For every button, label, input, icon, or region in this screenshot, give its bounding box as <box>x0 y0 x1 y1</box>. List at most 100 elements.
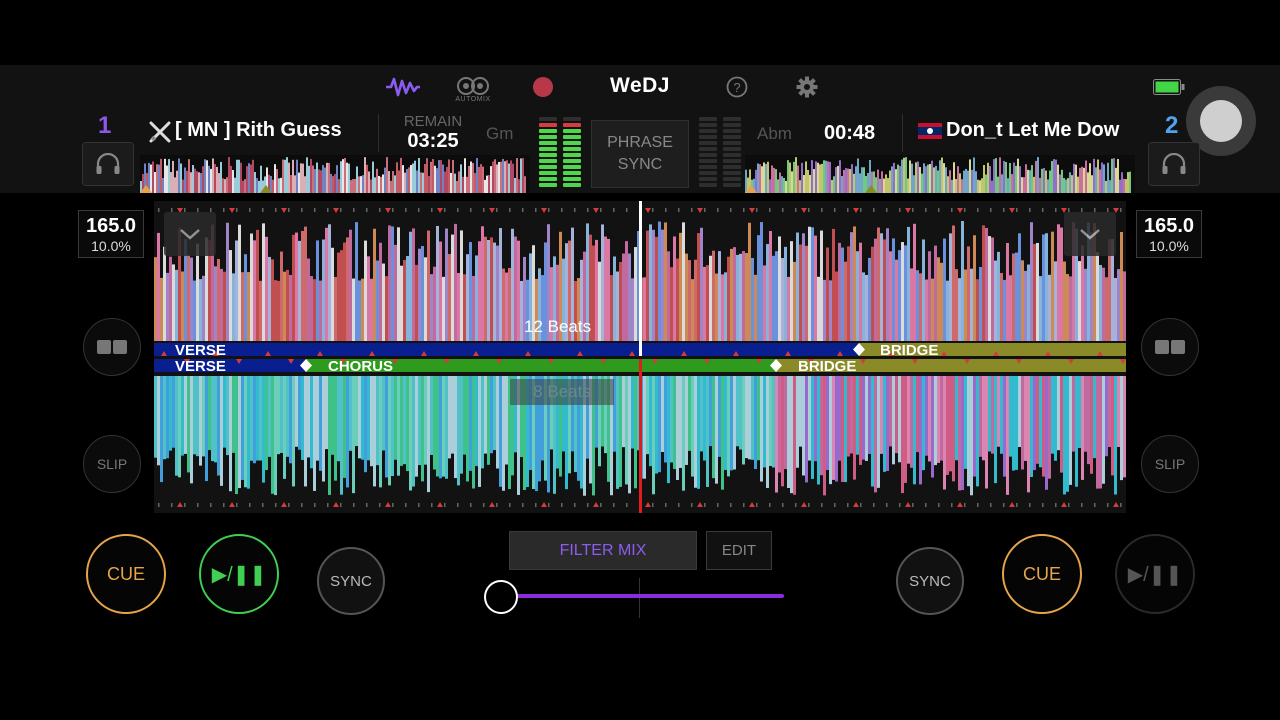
deck2-sync-button[interactable]: SYNC <box>896 547 964 615</box>
meter-segment <box>539 123 557 127</box>
meter-segment <box>699 147 717 151</box>
deck1-time[interactable]: 03:25 <box>392 130 474 153</box>
meter-segment <box>723 147 741 151</box>
meter-segment <box>539 129 557 133</box>
waveform-view-icon[interactable] <box>384 72 422 102</box>
deck2-bpm-display[interactable]: 165.0 10.0% <box>1136 210 1202 258</box>
meter-segment <box>539 147 557 151</box>
deck2-headphone-cue-button[interactable] <box>1148 142 1200 186</box>
meter-segment <box>699 141 717 145</box>
deck1-level-meter-left <box>539 117 557 189</box>
edit-label: EDIT <box>721 542 757 559</box>
deck2-collapse-button[interactable] <box>1064 212 1116 256</box>
main-waveform-area[interactable] <box>154 201 1126 513</box>
deck1-headphone-cue-button[interactable] <box>82 142 134 186</box>
meter-segment <box>723 183 741 187</box>
svg-text:?: ? <box>733 80 740 95</box>
deck1-cue-button[interactable]: CUE <box>86 534 166 614</box>
deck2-cue-button[interactable]: CUE <box>1002 534 1082 614</box>
meter-segment <box>563 171 581 175</box>
record-icon[interactable] <box>530 72 556 102</box>
deck2-level-meter-left <box>699 117 717 189</box>
crossfader-knob[interactable] <box>484 580 518 614</box>
crossfader-track <box>500 594 784 598</box>
deck1-slip-button[interactable]: SLIP <box>83 435 141 493</box>
deck1-key: Gm <box>486 124 514 143</box>
deck2-play-pause-button[interactable]: ▶/❚❚ <box>1115 534 1195 614</box>
deck2-phrase-chorus: CHORUS <box>328 358 394 375</box>
deck1-cue-label: CUE <box>106 563 145 584</box>
deck2-bpm: 165.0 <box>1143 215 1195 237</box>
deck2-phrase-bridge: BRIDGE <box>798 358 857 375</box>
meter-segment <box>723 171 741 175</box>
deck1-collapse-button[interactable] <box>164 212 216 256</box>
meter-segment <box>539 153 557 157</box>
meter-segment <box>699 129 717 133</box>
chevron-down-icon <box>1080 229 1100 240</box>
filter-mix-label: FILTER MIX <box>559 541 647 559</box>
automix-icon[interactable]: AUTOMIX <box>452 72 494 106</box>
deck2-phrase-verse: VERSE <box>175 358 226 375</box>
play-pause-icon: ▶/❚❚ <box>211 563 267 586</box>
crossfader-center-mark <box>639 578 640 618</box>
meter-segment <box>563 159 581 163</box>
meter-segment <box>723 117 741 121</box>
deck1-track-title[interactable]: [ MN ] Rith Guess <box>175 119 375 142</box>
meter-segment <box>563 123 581 127</box>
app-logo: WeDJ <box>610 74 670 97</box>
divider <box>378 114 379 152</box>
automix-label: AUTOMIX <box>455 95 491 103</box>
pads-icon <box>1155 340 1185 354</box>
headphones-icon <box>96 153 120 174</box>
assistive-touch-knob <box>1200 100 1242 142</box>
deck1-bpm: 165.0 <box>85 215 137 237</box>
deck1-bpm-display[interactable]: 165.0 10.0% <box>78 210 144 258</box>
deck1-overview-waveform[interactable] <box>140 155 530 193</box>
meter-segment <box>539 171 557 175</box>
edit-button[interactable]: EDIT <box>706 531 772 570</box>
deck2-artwork-flag-icon <box>918 123 942 139</box>
deck2-track-title[interactable]: Don_t Let Me Dow <box>946 119 1132 142</box>
meter-segment <box>723 141 741 145</box>
meter-segment <box>723 165 741 169</box>
deck1-pad-mode-button[interactable] <box>83 318 141 376</box>
deck2-beats-label: 8 Beats <box>510 379 614 405</box>
deck2-level-meter-right <box>723 117 741 189</box>
filter-mix-button[interactable]: FILTER MIX <box>509 531 697 570</box>
deck2-slip-button[interactable]: SLIP <box>1141 435 1199 493</box>
phrase-sync-button[interactable]: PHRASE SYNC <box>591 120 689 188</box>
deck1-artwork-icon <box>148 120 172 144</box>
meter-segment <box>563 177 581 181</box>
deck2-pitch: 10.0% <box>1149 238 1189 254</box>
deck1-pitch: 10.0% <box>91 238 131 254</box>
deck2-pad-mode-button[interactable] <box>1141 318 1199 376</box>
deck2-slip-label: SLIP <box>1154 456 1186 472</box>
deck2-time[interactable]: 00:48 <box>824 122 875 145</box>
deck1-number: 1 <box>98 112 112 139</box>
meter-segment <box>723 159 741 163</box>
meter-segment <box>563 141 581 145</box>
crossfader[interactable] <box>484 578 794 620</box>
meter-segment <box>699 159 717 163</box>
meter-segment <box>699 153 717 157</box>
settings-gear-icon[interactable] <box>794 72 820 102</box>
meter-segment <box>539 159 557 163</box>
deck1-sync-button[interactable]: SYNC <box>317 547 385 615</box>
phrase-sync-label-1: PHRASE <box>607 134 673 151</box>
meter-segment <box>539 183 557 187</box>
deck2-key: Abm <box>757 124 792 143</box>
help-icon[interactable]: ? <box>724 72 750 102</box>
meter-segment <box>699 171 717 175</box>
phrase-sync-label-2: SYNC <box>617 156 663 173</box>
deck1-play-pause-button[interactable]: ▶/❚❚ <box>199 534 279 614</box>
deck1-sync-label: SYNC <box>330 572 372 590</box>
meter-segment <box>699 177 717 181</box>
meter-segment <box>563 183 581 187</box>
meter-segment <box>723 177 741 181</box>
deck2-overview-waveform[interactable] <box>745 155 1135 193</box>
meter-segment <box>563 147 581 151</box>
play-pause-icon: ▶/❚❚ <box>1127 563 1183 586</box>
divider <box>902 114 903 152</box>
deck2-sync-label: SYNC <box>909 572 951 590</box>
meter-segment <box>723 123 741 127</box>
